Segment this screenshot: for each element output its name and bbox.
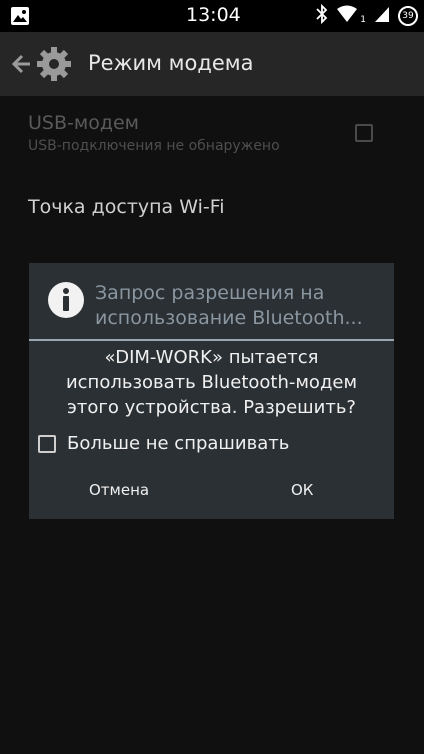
back-arrow-icon[interactable]	[8, 52, 32, 80]
page-title: Режим модема	[88, 51, 254, 75]
usb-tethering-summary: USB-подключения не обнаружено	[28, 138, 280, 154]
info-icon	[47, 281, 85, 323]
sim-indicator: 1	[360, 15, 366, 25]
dialog-message-line: использовать Bluetooth-модем	[65, 372, 358, 393]
dont-ask-again-label: Больше не спрашивать	[67, 433, 290, 454]
dialog-title: Запрос разрешения на использование Bluet…	[95, 282, 363, 329]
cancel-button[interactable]: Отмена	[89, 481, 149, 499]
bluetooth-permission-dialog: Запрос разрешения на использование Bluet…	[29, 263, 394, 519]
dialog-message-line: этого устройства. Разрешить?	[67, 397, 356, 418]
usb-tethering-title: USB-модем	[28, 112, 139, 134]
ok-button[interactable]: ОК	[291, 481, 313, 499]
signal-icon	[374, 5, 390, 27]
wifi-hotspot-item[interactable]: Точка доступа Wi-Fi	[28, 196, 225, 218]
image-notification-icon	[10, 6, 30, 30]
dialog-divider	[29, 339, 394, 341]
screen: 13:04 1 39 Режим модема USB-модем USB-по…	[0, 0, 424, 754]
dont-ask-again-checkbox[interactable]	[38, 434, 56, 453]
status-bar: 13:04 1 39	[0, 0, 424, 32]
dialog-header: Запрос разрешения на использование Bluet…	[29, 263, 394, 339]
clock: 13:04	[186, 4, 241, 26]
dialog-message: «DIM-WORK» пытается использовать Bluetoo…	[29, 345, 394, 420]
dont-ask-again-row[interactable]: Больше не спрашивать	[38, 433, 289, 454]
usb-tethering-item[interactable]: USB-модем USB-подключения не обнаружено	[28, 112, 280, 154]
action-bar: Режим модема	[0, 32, 424, 96]
battery-icon: 39	[398, 6, 418, 26]
usb-tethering-checkbox[interactable]	[355, 124, 373, 142]
gear-icon	[34, 44, 74, 88]
battery-level: 39	[402, 11, 414, 21]
bluetooth-icon	[316, 3, 328, 28]
dialog-message-line: «DIM-WORK» пытается	[104, 347, 319, 368]
status-icons: 1 39	[316, 3, 418, 28]
wifi-icon	[336, 5, 358, 27]
